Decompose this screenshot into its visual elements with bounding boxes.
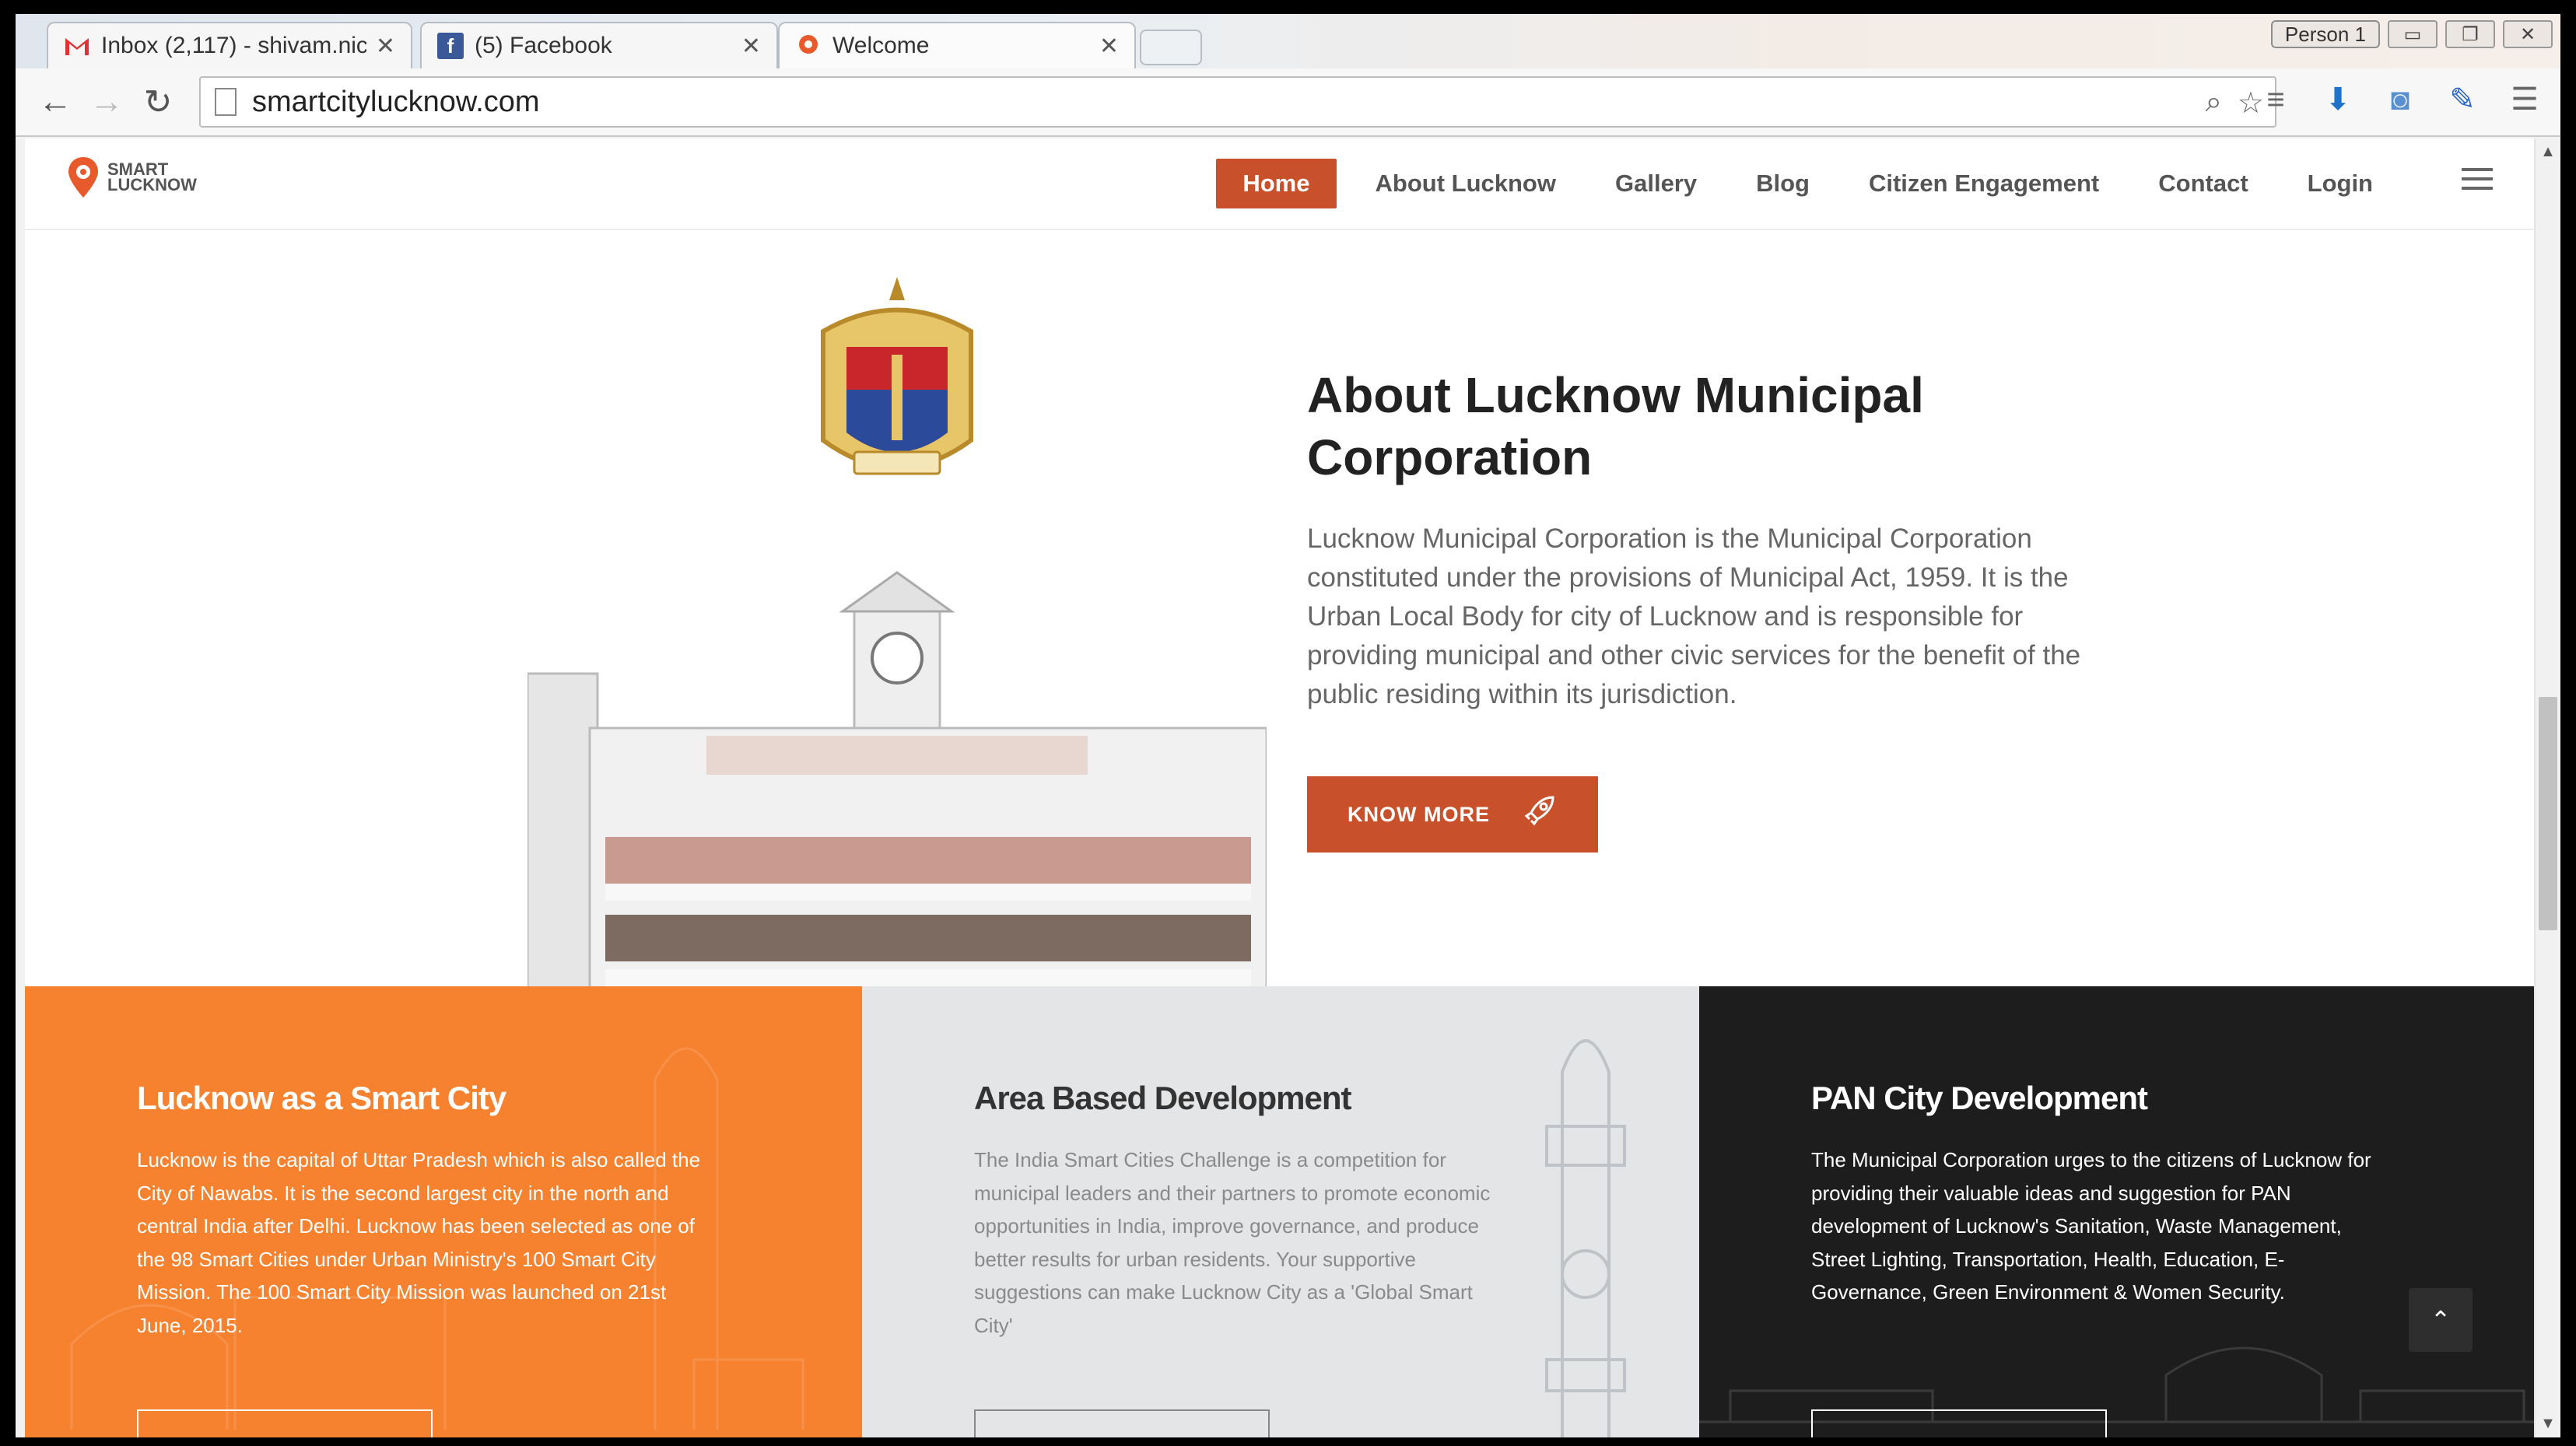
smart-city-button[interactable] bbox=[137, 1409, 433, 1437]
site-logo[interactable]: SMART LUCKNOW bbox=[65, 156, 197, 199]
nav-home[interactable]: Home bbox=[1216, 159, 1337, 208]
new-tab-button[interactable] bbox=[1140, 30, 1202, 65]
tab-title: Inbox (2,117) - shivam.nic bbox=[101, 33, 366, 58]
know-more-button[interactable]: KNOW MORE bbox=[1307, 776, 1598, 853]
area-development-text: The India Smart Cities Challenge is a co… bbox=[974, 1148, 1491, 1337]
translate-extension-icon[interactable]: ✎ bbox=[2442, 79, 2483, 120]
site-header: SMART LUCKNOW Home About Lucknow Gallery… bbox=[25, 138, 2535, 230]
scroll-to-top-button[interactable]: ⌃ bbox=[2409, 1288, 2473, 1352]
hamburger-menu-icon[interactable] bbox=[2462, 168, 2493, 196]
back-icon[interactable]: ← bbox=[30, 76, 81, 128]
area-development-button[interactable] bbox=[974, 1409, 1270, 1437]
tab-title: Welcome bbox=[832, 33, 930, 58]
nav-about-lucknow[interactable]: About Lucknow bbox=[1346, 159, 1586, 208]
smart-city-column: Lucknow as a Smart City Lucknow is the c… bbox=[25, 986, 862, 1437]
chevron-up-icon: ⌃ bbox=[2430, 1306, 2452, 1334]
forward-icon[interactable]: → bbox=[81, 76, 132, 128]
close-icon[interactable]: ✕ bbox=[741, 33, 761, 60]
feature-band: Lucknow as a Smart City Lucknow is the c… bbox=[25, 986, 2535, 1437]
about-title: About Lucknow Municipal Corporation bbox=[1307, 367, 1924, 485]
nav-gallery[interactable]: Gallery bbox=[1586, 159, 1726, 208]
browser-window: Inbox (2,117) - shivam.nic ✕ f (5) Faceb… bbox=[16, 14, 2560, 1437]
chrome-menu-icon[interactable]: ☰ bbox=[2504, 79, 2545, 120]
smartcity-icon bbox=[795, 33, 822, 59]
tab-welcome[interactable]: Welcome ✕ bbox=[778, 22, 1136, 68]
scrollbar-thumb[interactable] bbox=[2539, 697, 2557, 930]
know-more-label: KNOW MORE bbox=[1348, 802, 1490, 826]
gmail-icon bbox=[64, 33, 90, 59]
lmc-emblem-icon bbox=[821, 277, 973, 475]
window-close-icon[interactable]: ✕ bbox=[2503, 20, 2553, 48]
nav-login[interactable]: Login bbox=[2278, 159, 2403, 208]
nav-contact[interactable]: Contact bbox=[2129, 159, 2277, 208]
window-controls: Person 1 ▭ ❐ ✕ bbox=[2270, 20, 2553, 48]
nav-citizen-engagement[interactable]: Citizen Engagement bbox=[1839, 159, 2129, 208]
smart-city-title: Lucknow as a Smart City bbox=[137, 1080, 506, 1116]
playlist-extension-icon[interactable]: ≡ bbox=[2255, 79, 2296, 120]
pan-city-column: PAN City Development The Municipal Corpo… bbox=[1699, 986, 2535, 1437]
tab-facebook[interactable]: f (5) Facebook ✕ bbox=[420, 22, 778, 68]
municipal-corporation-building-image bbox=[527, 277, 1267, 1111]
pan-city-text: The Municipal Corporation urges to the c… bbox=[1811, 1148, 2371, 1304]
tab-strip: Inbox (2,117) - shivam.nic ✕ f (5) Faceb… bbox=[16, 14, 2560, 68]
profile-button[interactable]: Person 1 bbox=[2270, 20, 2380, 48]
url-text: smartcitylucknow.com bbox=[252, 85, 540, 118]
pan-city-title: PAN City Development bbox=[1811, 1080, 2148, 1116]
browser-toolbar: ← → ↻ smartcitylucknow.com ⌕ ☆ ≡ ⬇ ◙ ✎ ☰ bbox=[16, 68, 2560, 137]
close-icon[interactable]: ✕ bbox=[1099, 33, 1119, 60]
about-description: Lucknow Municipal Corporation is the Mun… bbox=[1307, 523, 2081, 709]
rocket-icon bbox=[1522, 793, 1558, 837]
reload-icon[interactable]: ↻ bbox=[132, 76, 184, 128]
area-development-title: Area Based Development bbox=[974, 1080, 1352, 1116]
tab-gmail[interactable]: Inbox (2,117) - shivam.nic ✕ bbox=[47, 22, 412, 68]
nav-blog[interactable]: Blog bbox=[1726, 159, 1839, 208]
facebook-icon: f bbox=[437, 33, 464, 59]
smart-city-text: Lucknow is the capital of Uttar Pradesh … bbox=[137, 1148, 701, 1337]
page-icon bbox=[215, 88, 237, 116]
logo-line2: LUCKNOW bbox=[107, 175, 197, 194]
download-extension-icon[interactable]: ⬇ bbox=[2318, 79, 2358, 120]
area-development-column: Area Based Development The India Smart C… bbox=[862, 986, 1699, 1437]
page-scrollbar[interactable]: ▲ ▼ bbox=[2534, 138, 2559, 1437]
scroll-down-icon[interactable]: ▼ bbox=[2536, 1415, 2560, 1433]
main-nav: Home About Lucknow Gallery Blog Citizen … bbox=[1216, 159, 2403, 208]
page-viewport: SMART LUCKNOW Home About Lucknow Gallery… bbox=[25, 138, 2535, 1437]
zoom-icon[interactable]: ⌕ bbox=[2206, 86, 2222, 121]
pan-city-button[interactable] bbox=[1811, 1409, 2107, 1437]
camera-extension-icon[interactable]: ◙ bbox=[2380, 79, 2420, 120]
close-icon[interactable]: ✕ bbox=[376, 33, 395, 60]
logo-mark-icon bbox=[68, 157, 98, 198]
address-bar[interactable]: smartcitylucknow.com ⌕ ☆ bbox=[199, 76, 2276, 128]
scroll-up-icon[interactable]: ▲ bbox=[2536, 143, 2560, 161]
minimize-icon[interactable]: ▭ bbox=[2388, 20, 2438, 48]
tab-title: (5) Facebook bbox=[475, 33, 612, 58]
restore-icon[interactable]: ❐ bbox=[2445, 20, 2495, 48]
